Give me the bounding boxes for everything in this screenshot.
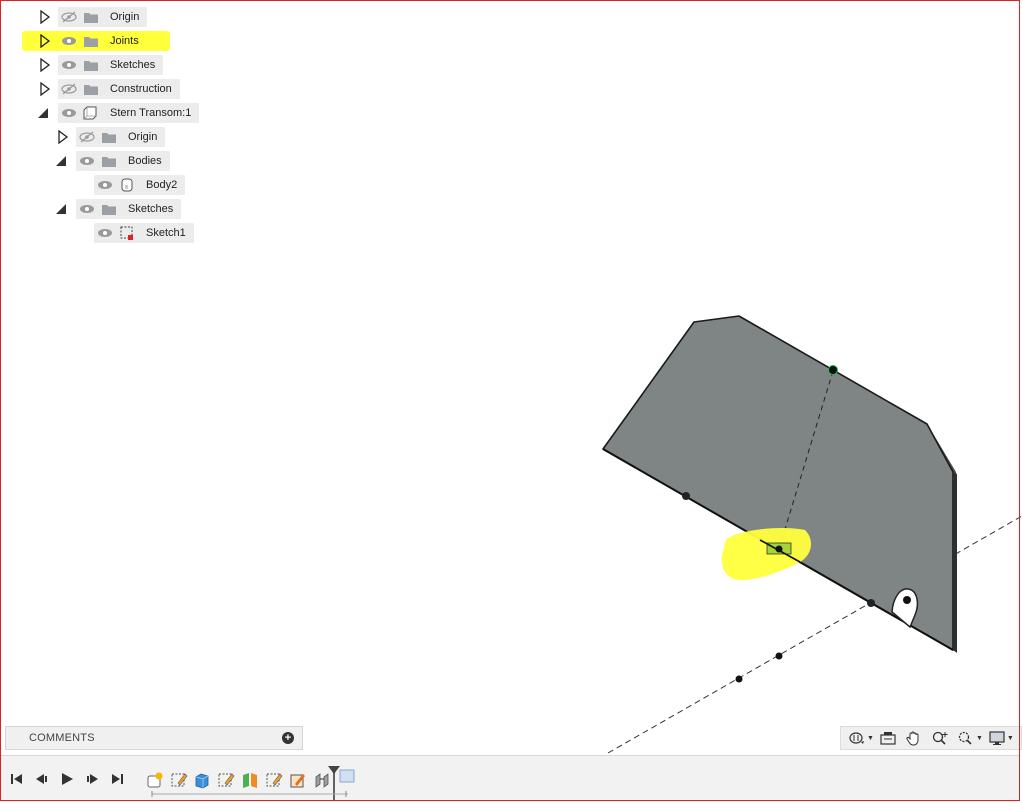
edit-feature-icon[interactable] xyxy=(289,771,307,789)
extrude-feature-icon[interactable] xyxy=(193,771,211,789)
look-at-icon[interactable] xyxy=(876,728,900,748)
body-side xyxy=(953,472,957,653)
chevron-down-icon[interactable]: ▼ xyxy=(1007,735,1014,742)
pan-icon[interactable] xyxy=(902,728,926,748)
navigation-bar: ▼ ▼ ▼ xyxy=(840,726,1022,750)
step-forward-icon[interactable] xyxy=(83,770,101,788)
timeline xyxy=(0,755,1020,802)
fit-icon[interactable] xyxy=(954,728,978,748)
axis-point xyxy=(735,675,743,683)
timeline-track xyxy=(151,791,348,797)
axis-point xyxy=(775,652,783,660)
viewport-canvas[interactable] xyxy=(0,0,1022,755)
chevron-down-icon[interactable]: ▼ xyxy=(976,735,983,742)
zoom-icon[interactable] xyxy=(928,728,952,748)
add-comment-icon[interactable]: + xyxy=(282,732,294,744)
orbit-icon[interactable] xyxy=(845,728,869,748)
sketch-point xyxy=(682,492,690,500)
play-icon[interactable] xyxy=(58,770,76,788)
sketch-feature-icon[interactable] xyxy=(265,771,283,789)
comments-panel[interactable]: COMMENTS + xyxy=(5,726,303,750)
sketch-point xyxy=(867,599,875,607)
go-to-end-icon[interactable] xyxy=(108,770,126,788)
display-settings-icon[interactable] xyxy=(985,728,1009,748)
joint-origin-feature-icon[interactable] xyxy=(146,771,164,789)
comments-label: COMMENTS xyxy=(29,732,95,744)
joint-glyph-center xyxy=(903,596,911,604)
sketch-point xyxy=(828,365,838,375)
split-body-feature-icon[interactable] xyxy=(241,771,259,789)
highlight-blob xyxy=(721,528,812,581)
sketch-feature-icon[interactable] xyxy=(170,771,188,789)
sketch-feature-icon[interactable] xyxy=(217,771,235,789)
step-back-icon[interactable] xyxy=(33,770,51,788)
go-to-start-icon[interactable] xyxy=(8,770,26,788)
chevron-down-icon[interactable]: ▼ xyxy=(867,735,874,742)
